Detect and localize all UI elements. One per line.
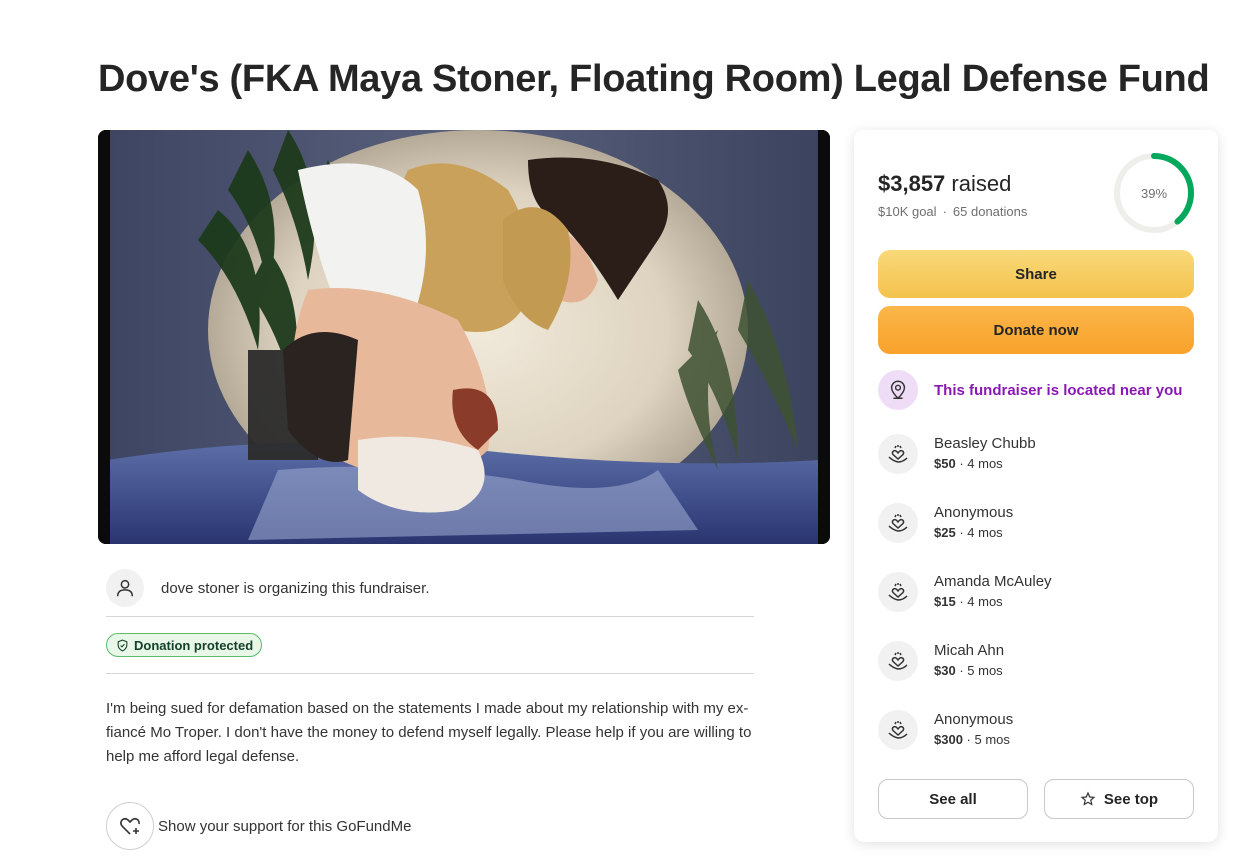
see-top-label: See top (1103, 790, 1159, 808)
goal-text: $10K goal (878, 204, 937, 219)
donation-meta: $15 · 4 mos (934, 592, 1052, 612)
hand-heart-icon (878, 572, 918, 612)
user-icon (106, 569, 144, 607)
badge-label: Donation protected (134, 637, 254, 653)
donation-time: · 4 mos (959, 525, 1003, 540)
donation-amount: $15 (934, 594, 956, 609)
donation-item: Amanda McAuley $15 · 4 mos (878, 572, 1052, 612)
donation-time: · 5 mos (959, 663, 1003, 678)
story-text: I'm being sued for defamation based on t… (106, 700, 752, 765)
donation-amount: $30 (934, 663, 956, 678)
donor-name: Anonymous (934, 504, 1014, 521)
donation-meta: $25 · 4 mos (934, 523, 1013, 543)
donation-amount: $50 (934, 456, 956, 471)
location-pin-icon (878, 370, 918, 410)
donation-meta: $30 · 5 mos (934, 661, 1004, 681)
donation-item: Beasley Chubb $50 · 4 mos (878, 434, 1036, 474)
hand-heart-icon (878, 434, 918, 474)
goal-line: $10K goal · 65 donations (878, 204, 1027, 219)
badge-row: Donation protected (106, 617, 754, 674)
see-top-button[interactable]: See top (1044, 779, 1194, 819)
donation-meta: $50 · 4 mos (934, 454, 1036, 474)
hand-heart-icon (878, 641, 918, 681)
progress-ring: 39% (1112, 151, 1196, 235)
donation-time: · 5 mos (966, 732, 1010, 747)
donation-meta: $300 · 5 mos (934, 730, 1013, 750)
nearby-notice: This fundraiser is located near you (878, 370, 1182, 410)
donation-count: 65 donations (952, 204, 1028, 219)
progress-label: 39% (1140, 185, 1168, 201)
shield-check-icon (117, 639, 128, 652)
donor-name: Beasley Chubb (934, 435, 1036, 452)
hand-heart-icon (878, 503, 918, 543)
donation-amount: $300 (934, 732, 963, 747)
donation-card: $3,857 raised $10K goal · 65 donations 39%… (854, 130, 1218, 842)
heart-plus-icon[interactable] (106, 802, 154, 850)
organizer-row: dove stoner is organizing this fundraise… (106, 560, 754, 617)
raised-value: $3,857 (878, 171, 946, 196)
donation-time: · 4 mos (959, 456, 1003, 471)
see-all-label: See all (929, 790, 977, 808)
separator-dot: · (942, 204, 947, 219)
donation-protected-badge[interactable]: Donation protected (106, 633, 263, 657)
see-all-button[interactable]: See all (878, 779, 1028, 819)
page-title: Dove's (FKA Maya Stoner, Floating Room) … (98, 58, 1210, 100)
hero-photo (98, 130, 830, 544)
organizer-text: dove stoner is organizing this fundraise… (161, 579, 430, 597)
donate-now-button[interactable]: Donate now (878, 306, 1194, 354)
fundraiser-page: Dove's (FKA Maya Stoner, Floating Room) … (0, 0, 1255, 863)
support-row[interactable]: Show your support for this GoFundMe (106, 802, 411, 850)
donation-item: Micah Ahn $30 · 5 mos (878, 641, 1004, 681)
hand-heart-icon (878, 710, 918, 750)
donation-item: Anonymous $25 · 4 mos (878, 503, 1013, 543)
donor-name: Amanda McAuley (934, 573, 1052, 590)
donation-item: Anonymous $300 · 5 mos (878, 710, 1013, 750)
star-icon (1080, 791, 1096, 806)
raised-amount: $3,857 raised (878, 171, 1011, 197)
support-label[interactable]: Show your support for this GoFundMe (158, 818, 411, 835)
donation-amount: $25 (934, 525, 956, 540)
raised-word: raised (951, 171, 1012, 196)
share-button[interactable]: Share (878, 250, 1194, 298)
donation-time: · 4 mos (959, 594, 1003, 609)
donor-name: Anonymous (934, 711, 1014, 728)
donor-name: Micah Ahn (934, 642, 1005, 659)
nearby-text: This fundraiser is located near you (934, 381, 1183, 399)
